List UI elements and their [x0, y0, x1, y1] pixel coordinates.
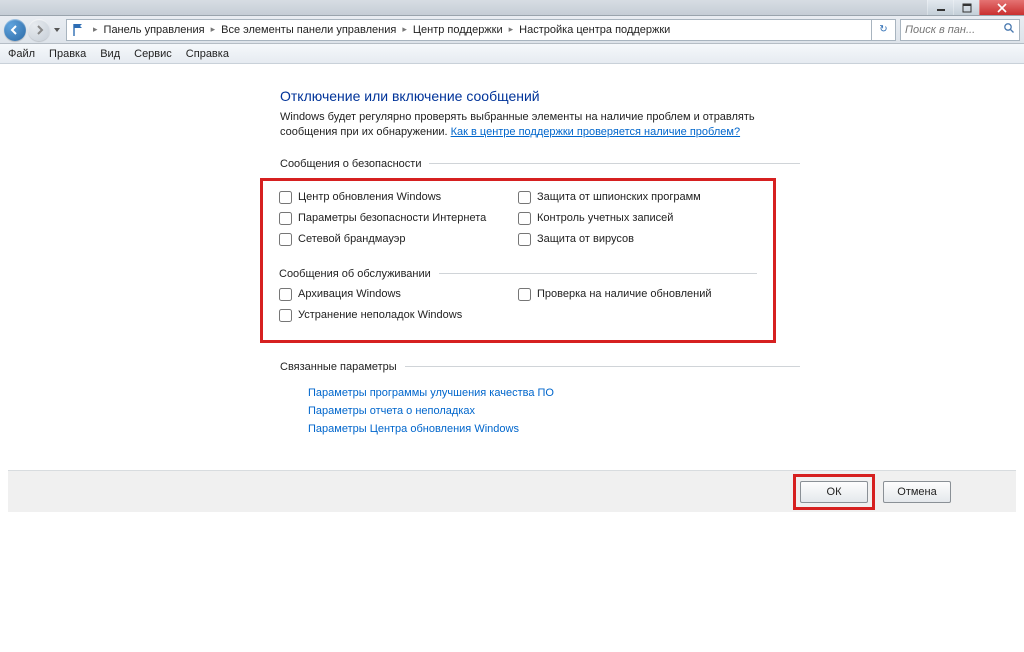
checkbox-label: Устранение неполадок Windows — [298, 309, 462, 321]
search-icon — [1003, 22, 1015, 37]
checkbox-input[interactable] — [279, 233, 292, 246]
chevron-right-icon: ▸ — [505, 24, 518, 35]
link-windows-update[interactable]: Параметры Центра обновления Windows — [308, 423, 800, 435]
ok-highlight: ОК — [793, 474, 875, 510]
chevron-right-icon: ▸ — [398, 24, 411, 35]
menu-edit[interactable]: Правка — [49, 48, 86, 60]
checkbox-label: Центр обновления Windows — [298, 191, 441, 203]
checkbox-uac[interactable]: Контроль учетных записей — [518, 212, 757, 225]
chevron-right-icon: ▸ — [89, 24, 102, 35]
breadcrumb-item-2[interactable]: Все элементы панели управления — [219, 24, 398, 36]
section-related-label: Связанные параметры — [280, 361, 397, 373]
divider — [439, 273, 757, 274]
checkbox-input[interactable] — [279, 288, 292, 301]
menu-view[interactable]: Вид — [100, 48, 120, 60]
checkbox-network-firewall[interactable]: Сетевой брандмауэр — [279, 233, 518, 246]
menu-service[interactable]: Сервис — [134, 48, 172, 60]
search-box[interactable] — [900, 19, 1020, 41]
checkbox-input[interactable] — [279, 191, 292, 204]
link-ceip[interactable]: Параметры программы улучшения качества П… — [308, 387, 800, 399]
refresh-icon: ↻ — [879, 24, 887, 35]
checkbox-windows-update[interactable]: Центр обновления Windows — [279, 191, 518, 204]
menubar: Файл Правка Вид Сервис Справка — [0, 44, 1024, 64]
page-description: Windows будет регулярно проверять выбран… — [280, 110, 800, 140]
checkbox-label: Параметры безопасности Интернета — [298, 212, 486, 224]
nav-history-dropdown[interactable] — [52, 19, 62, 41]
breadcrumb-item-3[interactable]: Центр поддержки — [411, 24, 505, 36]
section-security-label: Сообщения о безопасности — [280, 158, 421, 170]
checkbox-label: Защита от вирусов — [537, 233, 634, 245]
window-titlebar — [0, 0, 1024, 16]
help-link[interactable]: Как в центре поддержки проверяется налич… — [451, 126, 740, 138]
breadcrumb[interactable]: ▸ Панель управления ▸ Все элементы панел… — [66, 19, 872, 41]
related-section: Связанные параметры Параметры программы … — [280, 361, 800, 435]
page-title: Отключение или включение сообщений — [280, 88, 800, 104]
chevron-right-icon: ▸ — [207, 24, 220, 35]
nav-row: ▸ Панель управления ▸ Все элементы панел… — [0, 16, 1024, 44]
checkbox-label: Архивация Windows — [298, 288, 401, 300]
refresh-button[interactable]: ↻ — [872, 19, 896, 41]
checkbox-label: Контроль учетных записей — [537, 212, 673, 224]
checkbox-input[interactable] — [279, 212, 292, 225]
menu-help[interactable]: Справка — [186, 48, 229, 60]
cancel-button[interactable]: Отмена — [883, 481, 951, 503]
checkbox-label: Сетевой брандмауэр — [298, 233, 405, 245]
close-button[interactable] — [979, 0, 1024, 15]
search-input[interactable] — [905, 24, 995, 36]
breadcrumb-item-4[interactable]: Настройка центра поддержки — [517, 24, 672, 36]
menu-file[interactable]: Файл — [8, 48, 35, 60]
checkbox-internet-security[interactable]: Параметры безопасности Интернета — [279, 212, 518, 225]
checkbox-input[interactable] — [518, 212, 531, 225]
checkbox-spyware-protection[interactable]: Защита от шпионских программ — [518, 191, 757, 204]
checkbox-input[interactable] — [518, 191, 531, 204]
minimize-button[interactable] — [927, 0, 953, 15]
checkbox-label: Проверка на наличие обновлений — [537, 288, 711, 300]
highlight-box: Центр обновления Windows Параметры безоп… — [260, 178, 776, 343]
section-security-title: Сообщения о безопасности — [280, 158, 800, 170]
link-error-reporting[interactable]: Параметры отчета о неполадках — [308, 405, 800, 417]
button-bar: ОК Отмена — [8, 470, 1016, 512]
checkbox-label: Защита от шпионских программ — [537, 191, 701, 203]
checkbox-troubleshooting[interactable]: Устранение неполадок Windows — [279, 309, 518, 322]
checkbox-input[interactable] — [518, 233, 531, 246]
divider — [405, 366, 800, 367]
checkbox-update-check[interactable]: Проверка на наличие обновлений — [518, 288, 757, 301]
nav-forward-button[interactable] — [28, 19, 50, 41]
breadcrumb-item-1[interactable]: Панель управления — [102, 24, 207, 36]
nav-back-button[interactable] — [4, 19, 26, 41]
section-related-title: Связанные параметры — [280, 361, 800, 373]
section-maintenance-label: Сообщения об обслуживании — [279, 268, 431, 280]
flag-icon — [71, 22, 87, 38]
checkbox-input[interactable] — [518, 288, 531, 301]
divider — [429, 163, 800, 164]
checkbox-windows-backup[interactable]: Архивация Windows — [279, 288, 518, 301]
checkbox-input[interactable] — [279, 309, 292, 322]
ok-button[interactable]: ОК — [800, 481, 868, 503]
section-maintenance-title: Сообщения об обслуживании — [279, 268, 757, 280]
maximize-button[interactable] — [953, 0, 979, 15]
checkbox-virus-protection[interactable]: Защита от вирусов — [518, 233, 757, 246]
